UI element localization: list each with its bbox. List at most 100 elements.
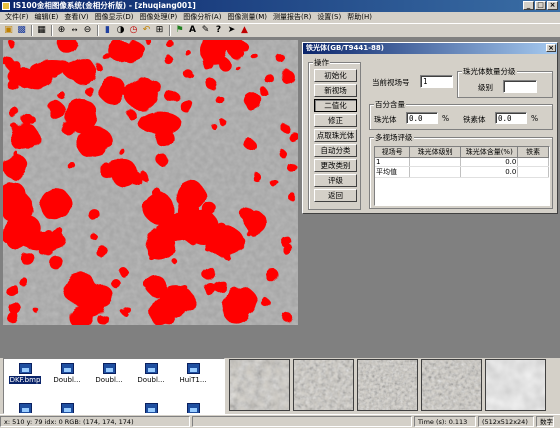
file-item[interactable] bbox=[6, 402, 44, 413]
text-icon[interactable]: A bbox=[187, 25, 198, 36]
phase-particle bbox=[155, 153, 168, 166]
pen-icon[interactable]: ✎ bbox=[200, 25, 211, 36]
phase-particle bbox=[63, 272, 97, 306]
camera-icon[interactable]: ▮ bbox=[102, 25, 113, 36]
crop-icon[interactable]: ⊞ bbox=[154, 25, 165, 36]
menu-report[interactable]: 测量报告(R) bbox=[270, 12, 314, 23]
file-item[interactable] bbox=[174, 402, 212, 413]
phase-particle bbox=[164, 55, 173, 65]
phase-particle bbox=[85, 87, 95, 97]
phase-particle bbox=[243, 92, 262, 110]
new-field-button[interactable]: 新视场 bbox=[314, 84, 357, 97]
thumbnail-image[interactable] bbox=[421, 359, 482, 411]
save-icon[interactable]: ▩ bbox=[16, 25, 27, 36]
pearlite-percent-input[interactable]: 0.0 bbox=[406, 112, 438, 124]
pick-pearlite-button[interactable]: 点取珠光体 bbox=[314, 129, 357, 142]
pearlite-dialog: 铁光体(GB/T9441-88) × 操作 初始化 新视场 二值化 修正 点取珠… bbox=[302, 42, 558, 214]
pearlite-grade-group-label: 珠光体数量分级 bbox=[462, 66, 517, 77]
file-name: DKF.bmp bbox=[8, 376, 42, 384]
col-ferrite[interactable]: 铁素 bbox=[517, 147, 549, 158]
maximize-button[interactable]: □ bbox=[535, 1, 546, 10]
file-item[interactable] bbox=[132, 402, 170, 413]
phase-particle bbox=[9, 41, 17, 49]
init-button[interactable]: 初始化 bbox=[314, 69, 357, 82]
table-cell: 0.0 bbox=[460, 157, 519, 167]
file-item[interactable]: DKF.bmp bbox=[6, 362, 44, 388]
file-list[interactable]: DKF.bmp Doubl... Doubl... Doubl... HuiT1… bbox=[3, 358, 225, 414]
file-item[interactable]: HuiT1... bbox=[174, 362, 212, 388]
menu-view[interactable]: 查看(V) bbox=[61, 12, 91, 23]
table-row[interactable]: 平均值 0.0 bbox=[375, 166, 549, 178]
ferrite-percent-input[interactable]: 0.0 bbox=[495, 112, 527, 124]
menu-help[interactable]: 帮助(H) bbox=[344, 12, 375, 23]
grade-input[interactable] bbox=[503, 80, 537, 93]
file-name: Doubl... bbox=[53, 376, 81, 384]
phase-particle bbox=[234, 64, 240, 70]
file-item[interactable] bbox=[48, 402, 86, 413]
phase-particle bbox=[126, 109, 136, 119]
phase-particle bbox=[207, 79, 219, 91]
auto-classify-button[interactable]: 自动分类 bbox=[314, 144, 357, 157]
thumbnail-strip bbox=[229, 358, 560, 414]
col-pearlite-grade[interactable]: 珠光体级别 bbox=[409, 147, 462, 158]
return-button[interactable]: 返回 bbox=[314, 189, 357, 202]
file-item[interactable]: Doubl... bbox=[90, 362, 128, 388]
close-button[interactable]: × bbox=[547, 1, 558, 10]
current-field-input[interactable]: 1 bbox=[420, 75, 453, 88]
file-item[interactable]: Doubl... bbox=[48, 362, 86, 388]
status-coords: x: 510 y: 79 idx: 0 RGB: (174, 174, 174) bbox=[0, 416, 190, 427]
dialog-close-button[interactable]: × bbox=[546, 44, 556, 52]
zoom-fit-icon[interactable]: ↔ bbox=[69, 25, 80, 36]
menu-file[interactable]: 文件(F) bbox=[2, 12, 32, 23]
menu-image-analysis[interactable]: 图像分析(A) bbox=[180, 12, 224, 23]
print-icon[interactable]: ▦ bbox=[36, 25, 47, 36]
grade-button[interactable]: 评级 bbox=[314, 174, 357, 187]
change-class-button[interactable]: 更改类别 bbox=[314, 159, 357, 172]
menu-image-measure[interactable]: 图像测量(M) bbox=[224, 12, 270, 23]
zoom-out-icon[interactable]: ⊖ bbox=[82, 25, 93, 36]
phase-particle bbox=[120, 309, 127, 315]
micrograph-image[interactable] bbox=[3, 40, 298, 325]
report-icon[interactable]: ▲ bbox=[239, 25, 250, 36]
arrow-icon[interactable]: ➤ bbox=[226, 25, 237, 36]
dialog-title: 铁光体(GB/T9441-88) bbox=[306, 44, 384, 52]
table-cell bbox=[409, 157, 462, 167]
status-bar: x: 510 y: 79 idx: 0 RGB: (174, 174, 174)… bbox=[0, 414, 560, 428]
grade-table[interactable]: 视场号 珠光体级别 珠光体含量(%) 铁素 1 0.0 平均值 0.0 bbox=[374, 146, 550, 206]
col-pearlite-content[interactable]: 珠光体含量(%) bbox=[460, 147, 519, 158]
phase-particle bbox=[20, 112, 33, 125]
tag-icon[interactable]: ⚑ bbox=[174, 25, 185, 36]
phase-particle bbox=[179, 99, 194, 113]
capture-icon[interactable]: ◑ bbox=[115, 25, 126, 36]
status-size: (512x512x24) bbox=[478, 416, 534, 427]
phase-particle bbox=[165, 40, 174, 48]
status-spacer bbox=[192, 416, 412, 427]
file-item[interactable]: Doubl... bbox=[132, 362, 170, 388]
open-icon[interactable]: ▣ bbox=[3, 25, 14, 36]
thumbnail-image[interactable] bbox=[357, 359, 418, 411]
thumbnail-image[interactable] bbox=[229, 359, 290, 411]
rotate-icon[interactable]: ↶ bbox=[141, 25, 152, 36]
bitmap-file-icon bbox=[18, 403, 32, 413]
table-cell: 平均值 bbox=[375, 166, 411, 178]
ferrite-unit: % bbox=[531, 114, 539, 123]
status-mode: 数字 bbox=[536, 416, 554, 427]
phase-particle bbox=[11, 123, 18, 130]
phase-particle bbox=[220, 119, 227, 127]
help-icon[interactable]: ? bbox=[213, 25, 224, 36]
menu-image-processing[interactable]: 图像处理(P) bbox=[137, 12, 181, 23]
thumbnail-image[interactable] bbox=[293, 359, 354, 411]
menu-edit[interactable]: 编辑(E) bbox=[32, 12, 62, 23]
menu-image-display[interactable]: 图像显示(D) bbox=[92, 12, 137, 23]
clock-icon[interactable]: ◷ bbox=[128, 25, 139, 36]
binarize-button[interactable]: 二值化 bbox=[314, 99, 357, 112]
menu-settings[interactable]: 设置(S) bbox=[314, 12, 344, 23]
thumbnail-image[interactable] bbox=[485, 359, 546, 411]
minimize-button[interactable]: _ bbox=[523, 1, 534, 10]
phase-region bbox=[63, 60, 86, 80]
correct-button[interactable]: 修正 bbox=[314, 114, 357, 127]
pearlite-unit: % bbox=[442, 114, 450, 123]
zoom-in-icon[interactable]: ⊕ bbox=[56, 25, 67, 36]
col-field-no[interactable]: 视场号 bbox=[375, 147, 411, 158]
table-row[interactable]: 1 0.0 bbox=[375, 157, 549, 167]
